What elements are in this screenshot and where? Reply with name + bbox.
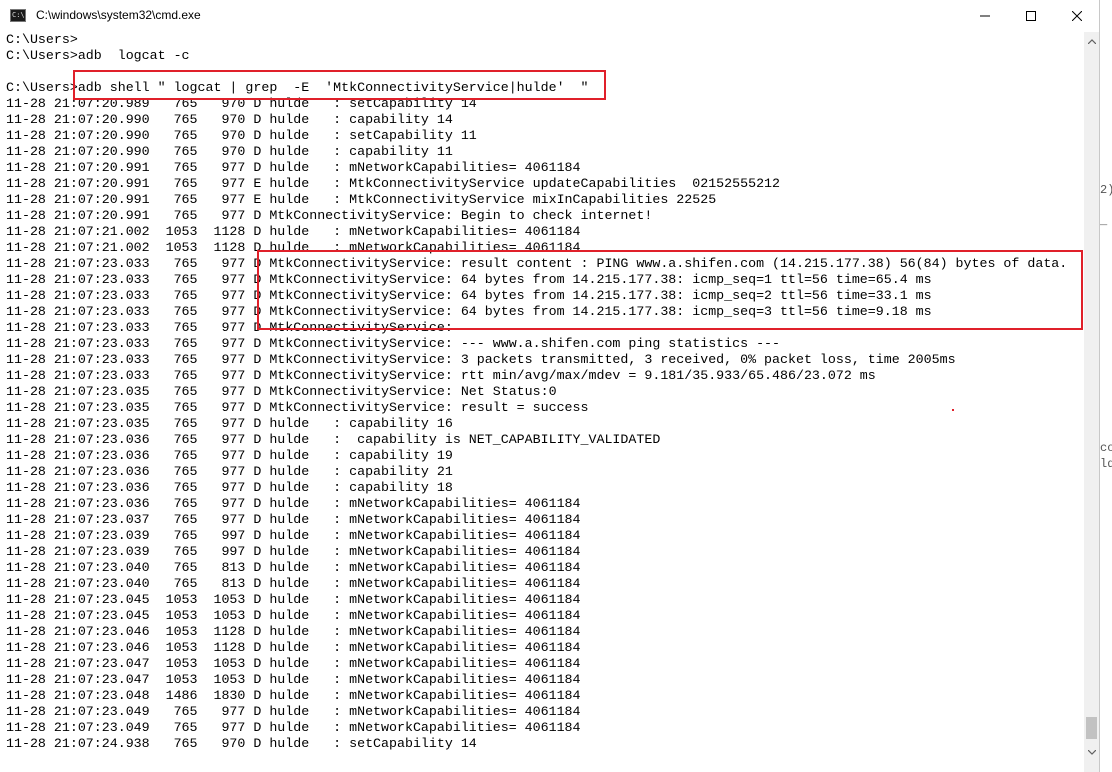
chevron-up-icon [1087, 39, 1096, 44]
terminal-line: 11-28 21:07:23.047 1053 1053 D hulde : m… [6, 656, 581, 671]
close-icon [1072, 11, 1082, 21]
minimize-button[interactable] [962, 0, 1008, 32]
terminal-line: 11-28 21:07:23.033 765 977 D MtkConnecti… [6, 336, 781, 351]
terminal-line: 11-28 21:07:23.037 765 977 D hulde : mNe… [6, 512, 581, 527]
scroll-up-button[interactable] [1084, 34, 1099, 49]
command-highlight-box [73, 70, 606, 100]
close-button[interactable] [1054, 0, 1100, 32]
terminal-line: 11-28 21:07:21.002 1053 1128 D hulde : m… [6, 224, 581, 239]
terminal-line: 11-28 21:07:20.990 765 970 D hulde : cap… [6, 144, 453, 159]
terminal-line: 11-28 21:07:23.035 765 977 D MtkConnecti… [6, 384, 557, 399]
cmd-app-icon[interactable]: C:\ [10, 9, 26, 22]
background-window-fragment: ld [1100, 457, 1112, 471]
terminal-line: 11-28 21:07:23.047 1053 1053 D hulde : m… [6, 672, 581, 687]
terminal-line: 11-28 21:07:23.035 765 977 D hulde : cap… [6, 416, 453, 431]
terminal-output[interactable]: C:\Users> C:\Users>adb logcat -c C:\Users>… [0, 32, 1084, 772]
terminal-line: 11-28 21:07:23.039 765 997 D hulde : mNe… [6, 544, 581, 559]
terminal-line: 11-28 21:07:23.036 765 977 D hulde : cap… [6, 480, 453, 495]
terminal-line: 11-28 21:07:20.991 765 977 D MtkConnecti… [6, 208, 653, 223]
terminal-line: 11-28 21:07:23.033 765 977 D MtkConnecti… [6, 352, 956, 367]
terminal-line: C:\Users> [6, 32, 78, 47]
chevron-down-icon [1087, 750, 1096, 755]
background-window-fragment: 2) [1100, 183, 1112, 197]
terminal-line: 11-28 21:07:23.045 1053 1053 D hulde : m… [6, 592, 581, 607]
minimize-icon [980, 15, 990, 17]
terminal-line: 11-28 21:07:23.036 765 977 D hulde : cap… [6, 432, 661, 447]
terminal-line: 11-28 21:07:24.938 765 970 D hulde : set… [6, 736, 477, 751]
stray-red-mark [952, 409, 954, 411]
terminal-line: 11-28 21:07:23.040 765 813 D hulde : mNe… [6, 576, 581, 591]
cmd-window: C:\ C:\windows\system32\cmd.exe C:\Users… [0, 0, 1100, 772]
terminal-line: 11-28 21:07:23.036 765 977 D hulde : mNe… [6, 496, 581, 511]
terminal-line: 11-28 21:07:23.039 765 997 D hulde : mNe… [6, 528, 581, 543]
title-bar[interactable]: C:\ C:\windows\system32\cmd.exe [0, 0, 1099, 33]
terminal-line: 11-28 21:07:20.990 765 970 D hulde : set… [6, 128, 477, 143]
ping-result-highlight-box [257, 250, 1083, 330]
background-window-fragment: _ [1100, 214, 1108, 228]
terminal-line: 11-28 21:07:23.049 765 977 D hulde : mNe… [6, 704, 581, 719]
terminal-line: 11-28 21:07:20.991 765 977 D hulde : mNe… [6, 160, 581, 175]
scroll-thumb[interactable] [1086, 717, 1097, 739]
terminal-line: 11-28 21:07:23.035 765 977 D MtkConnecti… [6, 400, 589, 415]
window-title: C:\windows\system32\cmd.exe [36, 8, 201, 22]
maximize-button[interactable] [1008, 0, 1054, 32]
terminal-line: 11-28 21:07:20.991 765 977 E hulde : Mtk… [6, 192, 717, 207]
terminal-line: 11-28 21:07:23.046 1053 1128 D hulde : m… [6, 624, 581, 639]
terminal-line: 11-28 21:07:23.036 765 977 D hulde : cap… [6, 464, 453, 479]
maximize-icon [1026, 11, 1036, 21]
terminal-line: 11-28 21:07:23.049 765 977 D hulde : mNe… [6, 720, 581, 735]
terminal-lines: C:\Users> C:\Users>adb logcat -c C:\Users>… [6, 32, 1067, 752]
terminal-line: 11-28 21:07:23.033 765 977 D MtkConnecti… [6, 368, 876, 383]
terminal-line: 11-28 21:07:23.036 765 977 D hulde : cap… [6, 448, 453, 463]
terminal-line: 11-28 21:07:23.048 1486 1830 D hulde : m… [6, 688, 581, 703]
background-window-fragment: co [1100, 441, 1112, 455]
terminal-line: C:\Users>adb logcat -c [6, 48, 190, 63]
terminal-line: 11-28 21:07:23.040 765 813 D hulde : mNe… [6, 560, 581, 575]
vertical-scrollbar[interactable] [1084, 32, 1099, 772]
terminal-line: 11-28 21:07:23.045 1053 1053 D hulde : m… [6, 608, 581, 623]
terminal-line: 11-28 21:07:23.046 1053 1128 D hulde : m… [6, 640, 581, 655]
scroll-down-button[interactable] [1084, 745, 1099, 760]
terminal-line: 11-28 21:07:20.990 765 970 D hulde : cap… [6, 112, 453, 127]
terminal-line: 11-28 21:07:20.991 765 977 E hulde : Mtk… [6, 176, 781, 191]
